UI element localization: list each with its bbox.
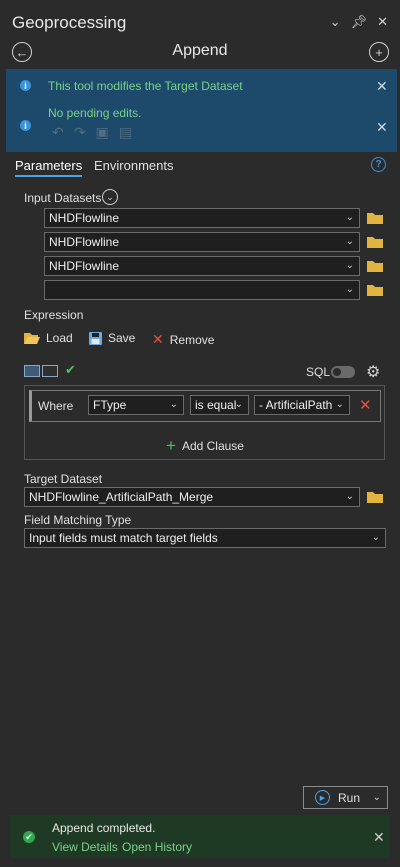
gear-icon[interactable]: ⚙: [366, 362, 380, 382]
expression-mode-toggle: [24, 365, 58, 377]
chevron-down-icon: ⌄: [169, 399, 178, 410]
chevron-down-icon: ⌄: [345, 212, 354, 223]
folder-open-icon: [24, 333, 40, 344]
close-status-icon[interactable]: ✕: [373, 829, 385, 846]
remove-button[interactable]: ✕ Remove: [152, 331, 214, 348]
input-datasets-label: Input Datasets: [24, 191, 102, 205]
run-button[interactable]: ▶ Run ⌄: [303, 786, 388, 809]
sql-toggle[interactable]: [331, 366, 355, 378]
folder-icon[interactable]: [367, 491, 383, 503]
remove-icon: ✕: [152, 331, 164, 347]
sql-mode-icon[interactable]: [42, 365, 58, 377]
input-dataset-combo[interactable]: NHDFlowline ⌄: [44, 256, 360, 276]
banner-message-target: This tool modifies the Target Dataset: [48, 79, 243, 93]
save-icon: [89, 331, 102, 345]
tool-title: Append: [172, 42, 228, 59]
close-icon[interactable]: ✕: [377, 14, 388, 30]
value-select[interactable]: - ArtificialPath ⌄: [254, 395, 350, 415]
discard-edits-icon[interactable]: ▤: [119, 124, 132, 141]
target-dataset-combo[interactable]: NHDFlowline_ArtificialPath_Merge ⌄: [24, 487, 360, 507]
expression-label: Expression: [24, 308, 84, 322]
input-dataset-combo[interactable]: NHDFlowline ⌄: [44, 232, 360, 252]
chevron-down-icon[interactable]: ⌄: [330, 14, 341, 30]
chevron-down-icon: ⌄: [234, 399, 243, 410]
redo-icon[interactable]: ↷: [74, 124, 86, 141]
load-button[interactable]: Load: [24, 331, 73, 345]
pin-icon[interactable]: 📌︎: [351, 14, 368, 30]
add-clause-button[interactable]: + Add Clause: [166, 436, 244, 456]
info-icon: i: [20, 120, 31, 131]
save-edits-icon[interactable]: ▣: [95, 124, 108, 141]
add-icon[interactable]: +: [369, 42, 389, 62]
info-icon: i: [20, 80, 31, 91]
field-matching-label: Field Matching Type: [24, 513, 132, 527]
folder-icon[interactable]: [367, 212, 383, 224]
window-controls: ⌄ 📌︎ ✕: [330, 14, 388, 30]
operator-select[interactable]: is equal ⌄: [190, 395, 249, 415]
chevron-down-icon: ⌄: [371, 532, 380, 543]
open-history-link[interactable]: Open History: [122, 840, 192, 854]
success-icon: ✔: [23, 831, 35, 843]
chevron-down-icon: ⌄: [345, 284, 354, 295]
folder-icon[interactable]: [367, 260, 383, 272]
edit-toolbar: ↶ ↷ ▣ ▤: [52, 124, 132, 141]
chevron-down-icon[interactable]: ⌄: [373, 792, 381, 803]
input-dataset-combo-empty[interactable]: ⌄: [44, 280, 360, 300]
save-button[interactable]: Save: [89, 331, 135, 345]
field-matching-select[interactable]: Input fields must match target fields ⌄: [24, 528, 386, 548]
window-title: Geoprocessing: [12, 13, 127, 32]
input-dataset-combo[interactable]: NHDFlowline ⌄: [44, 208, 360, 228]
chevron-down-icon: ⌄: [335, 399, 344, 410]
plus-icon: +: [166, 436, 176, 455]
banner-message-edits: No pending edits.: [48, 106, 142, 120]
folder-icon[interactable]: [367, 284, 383, 296]
valid-check-icon: ✔: [65, 362, 76, 377]
dismiss-edits-icon[interactable]: ✕: [376, 119, 388, 136]
tab-environments[interactable]: Environments: [94, 158, 173, 173]
clause-mode-icon[interactable]: [24, 365, 40, 377]
dismiss-message-icon[interactable]: ✕: [376, 78, 388, 95]
field-select[interactable]: FType ⌄: [88, 395, 184, 415]
target-dataset-label: Target Dataset: [24, 472, 103, 486]
chevron-down-icon[interactable]: ⌄: [102, 189, 118, 205]
chevron-down-icon: ⌄: [345, 236, 354, 247]
undo-icon[interactable]: ↶: [52, 124, 64, 141]
delete-clause-icon[interactable]: ✕: [359, 396, 372, 414]
folder-icon[interactable]: [367, 236, 383, 248]
help-icon[interactable]: ?: [371, 157, 386, 172]
where-label: Where: [38, 399, 74, 413]
status-message: Append completed.: [52, 821, 156, 835]
chevron-down-icon: ⌄: [345, 491, 354, 502]
tab-parameters[interactable]: Parameters: [15, 158, 83, 177]
sql-label: SQL: [306, 365, 331, 379]
view-details-link[interactable]: View Details: [52, 840, 118, 854]
run-icon: ▶: [315, 790, 330, 805]
chevron-down-icon: ⌄: [345, 260, 354, 271]
